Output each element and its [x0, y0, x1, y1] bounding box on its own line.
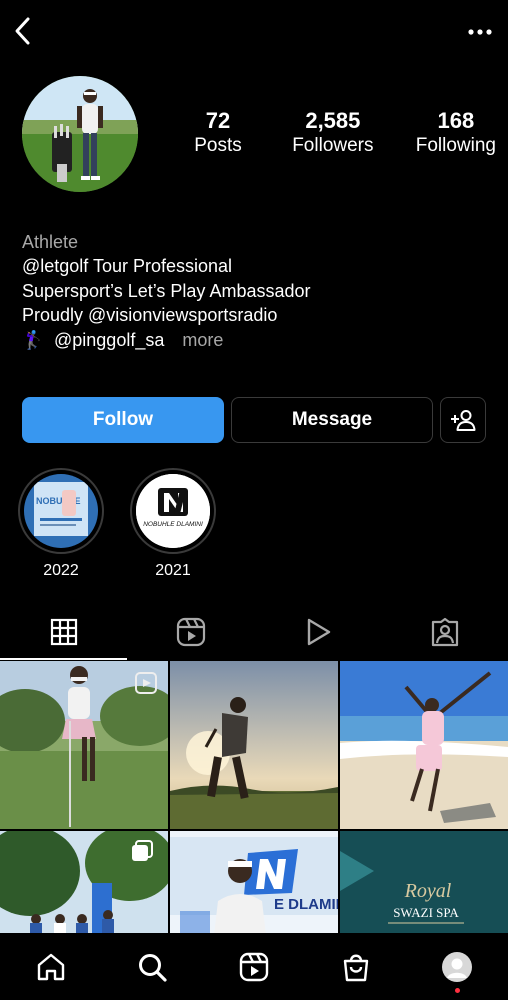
profile-avatar[interactable]: [22, 76, 138, 192]
grid-icon: [50, 618, 77, 646]
profile-tabs: [0, 604, 508, 660]
ellipsis-icon: [468, 29, 492, 35]
tagged-icon: [431, 617, 458, 647]
stat-value: 2,585: [305, 108, 361, 133]
stat-label: Posts: [194, 135, 242, 156]
search-icon: [139, 953, 167, 982]
bio-line[interactable]: @letgolf Tour Professional: [22, 254, 492, 278]
stat-value: 168: [437, 108, 475, 133]
stat-value: 72: [205, 108, 231, 133]
bio-more-link[interactable]: more: [182, 330, 223, 350]
stat-label: Following: [415, 135, 496, 156]
post-caption-text: E DLAMINI: [274, 896, 338, 913]
profile-stats: 72 Posts 2,585 Followers 168 Following: [186, 108, 496, 158]
nav-home[interactable]: [0, 933, 102, 1000]
bio-handle-link[interactable]: @pinggolf_sa: [54, 330, 164, 350]
tab-tagged[interactable]: [381, 604, 508, 660]
profile-actions: Follow Message: [22, 397, 486, 443]
story-highlights: NOBUHLE 2022 NOBUHLE DLAMINI 2021: [18, 468, 216, 581]
nav-reels[interactable]: [203, 933, 305, 1000]
highlight-2022[interactable]: NOBUHLE 2022: [18, 468, 104, 581]
reels-icon: [176, 617, 205, 647]
video-play-icon: [307, 618, 330, 646]
bio-line: 🏌🏾‍♀️ @pinggolf_sa more: [22, 328, 492, 352]
add-user-icon: [451, 410, 476, 431]
post-caption-text-2: SWAZI SPA: [393, 905, 459, 920]
highlight-cover-text: NOBUHLE DLAMINI: [143, 521, 203, 528]
nav-profile[interactable]: [406, 933, 508, 1000]
follow-button[interactable]: Follow: [22, 397, 224, 443]
highlight-label: 2021: [155, 562, 191, 579]
post-thumbnail[interactable]: [340, 661, 508, 829]
tab-posts-grid[interactable]: [0, 604, 127, 660]
post-thumbnail[interactable]: E DLAMINI: [170, 831, 338, 933]
shop-icon: [343, 954, 368, 981]
top-bar: [0, 0, 508, 64]
tab-reels[interactable]: [127, 604, 254, 660]
highlight-ring: NOBUHLE DLAMINI: [130, 468, 216, 554]
highlight-cover: NOBUHLE DLAMINI: [136, 474, 210, 548]
bottom-navigation: [0, 933, 508, 1000]
suggested-users-button[interactable]: [440, 397, 486, 443]
avatar-photo: [22, 76, 138, 192]
nav-search[interactable]: [102, 933, 204, 1000]
posts-grid: E DLAMINI Royal SWAZI SPA: [0, 661, 508, 933]
notification-dot: [455, 988, 461, 993]
back-button[interactable]: [8, 14, 36, 48]
post-thumbnail[interactable]: [0, 831, 168, 933]
post-thumbnail[interactable]: [170, 661, 338, 829]
highlight-label: 2022: [43, 562, 79, 579]
bio-line[interactable]: Proudly @visionviewsportsradio: [22, 303, 492, 327]
message-button[interactable]: Message: [231, 397, 433, 443]
bio-line: Supersport’s Let’s Play Ambassador: [22, 280, 311, 301]
tab-videos[interactable]: [254, 604, 381, 660]
highlight-ring: NOBUHLE: [18, 468, 104, 554]
highlight-2021[interactable]: NOBUHLE DLAMINI 2021: [130, 468, 216, 581]
bio-category: Athlete: [22, 232, 79, 252]
following-count[interactable]: 168 Following: [416, 108, 496, 158]
posts-count[interactable]: 72 Posts: [186, 108, 250, 158]
nav-shop[interactable]: [305, 933, 407, 1000]
post-thumbnail[interactable]: Royal SWAZI SPA: [340, 831, 508, 933]
reels-icon: [239, 952, 269, 981]
golfer-emoji: 🏌🏾‍♀️: [22, 329, 45, 350]
chevron-left-icon: [15, 17, 30, 45]
stat-label: Followers: [292, 135, 374, 156]
post-caption-text: Royal: [404, 880, 452, 902]
home-icon: [37, 953, 64, 980]
followers-count[interactable]: 2,585 Followers: [292, 108, 373, 158]
profile-bio: Athlete @letgolf Tour Professional Super…: [22, 230, 492, 352]
more-options-button[interactable]: [464, 18, 496, 46]
profile-icon: [442, 951, 473, 982]
post-thumbnail[interactable]: [0, 661, 168, 829]
highlight-cover: NOBUHLE: [24, 474, 98, 548]
